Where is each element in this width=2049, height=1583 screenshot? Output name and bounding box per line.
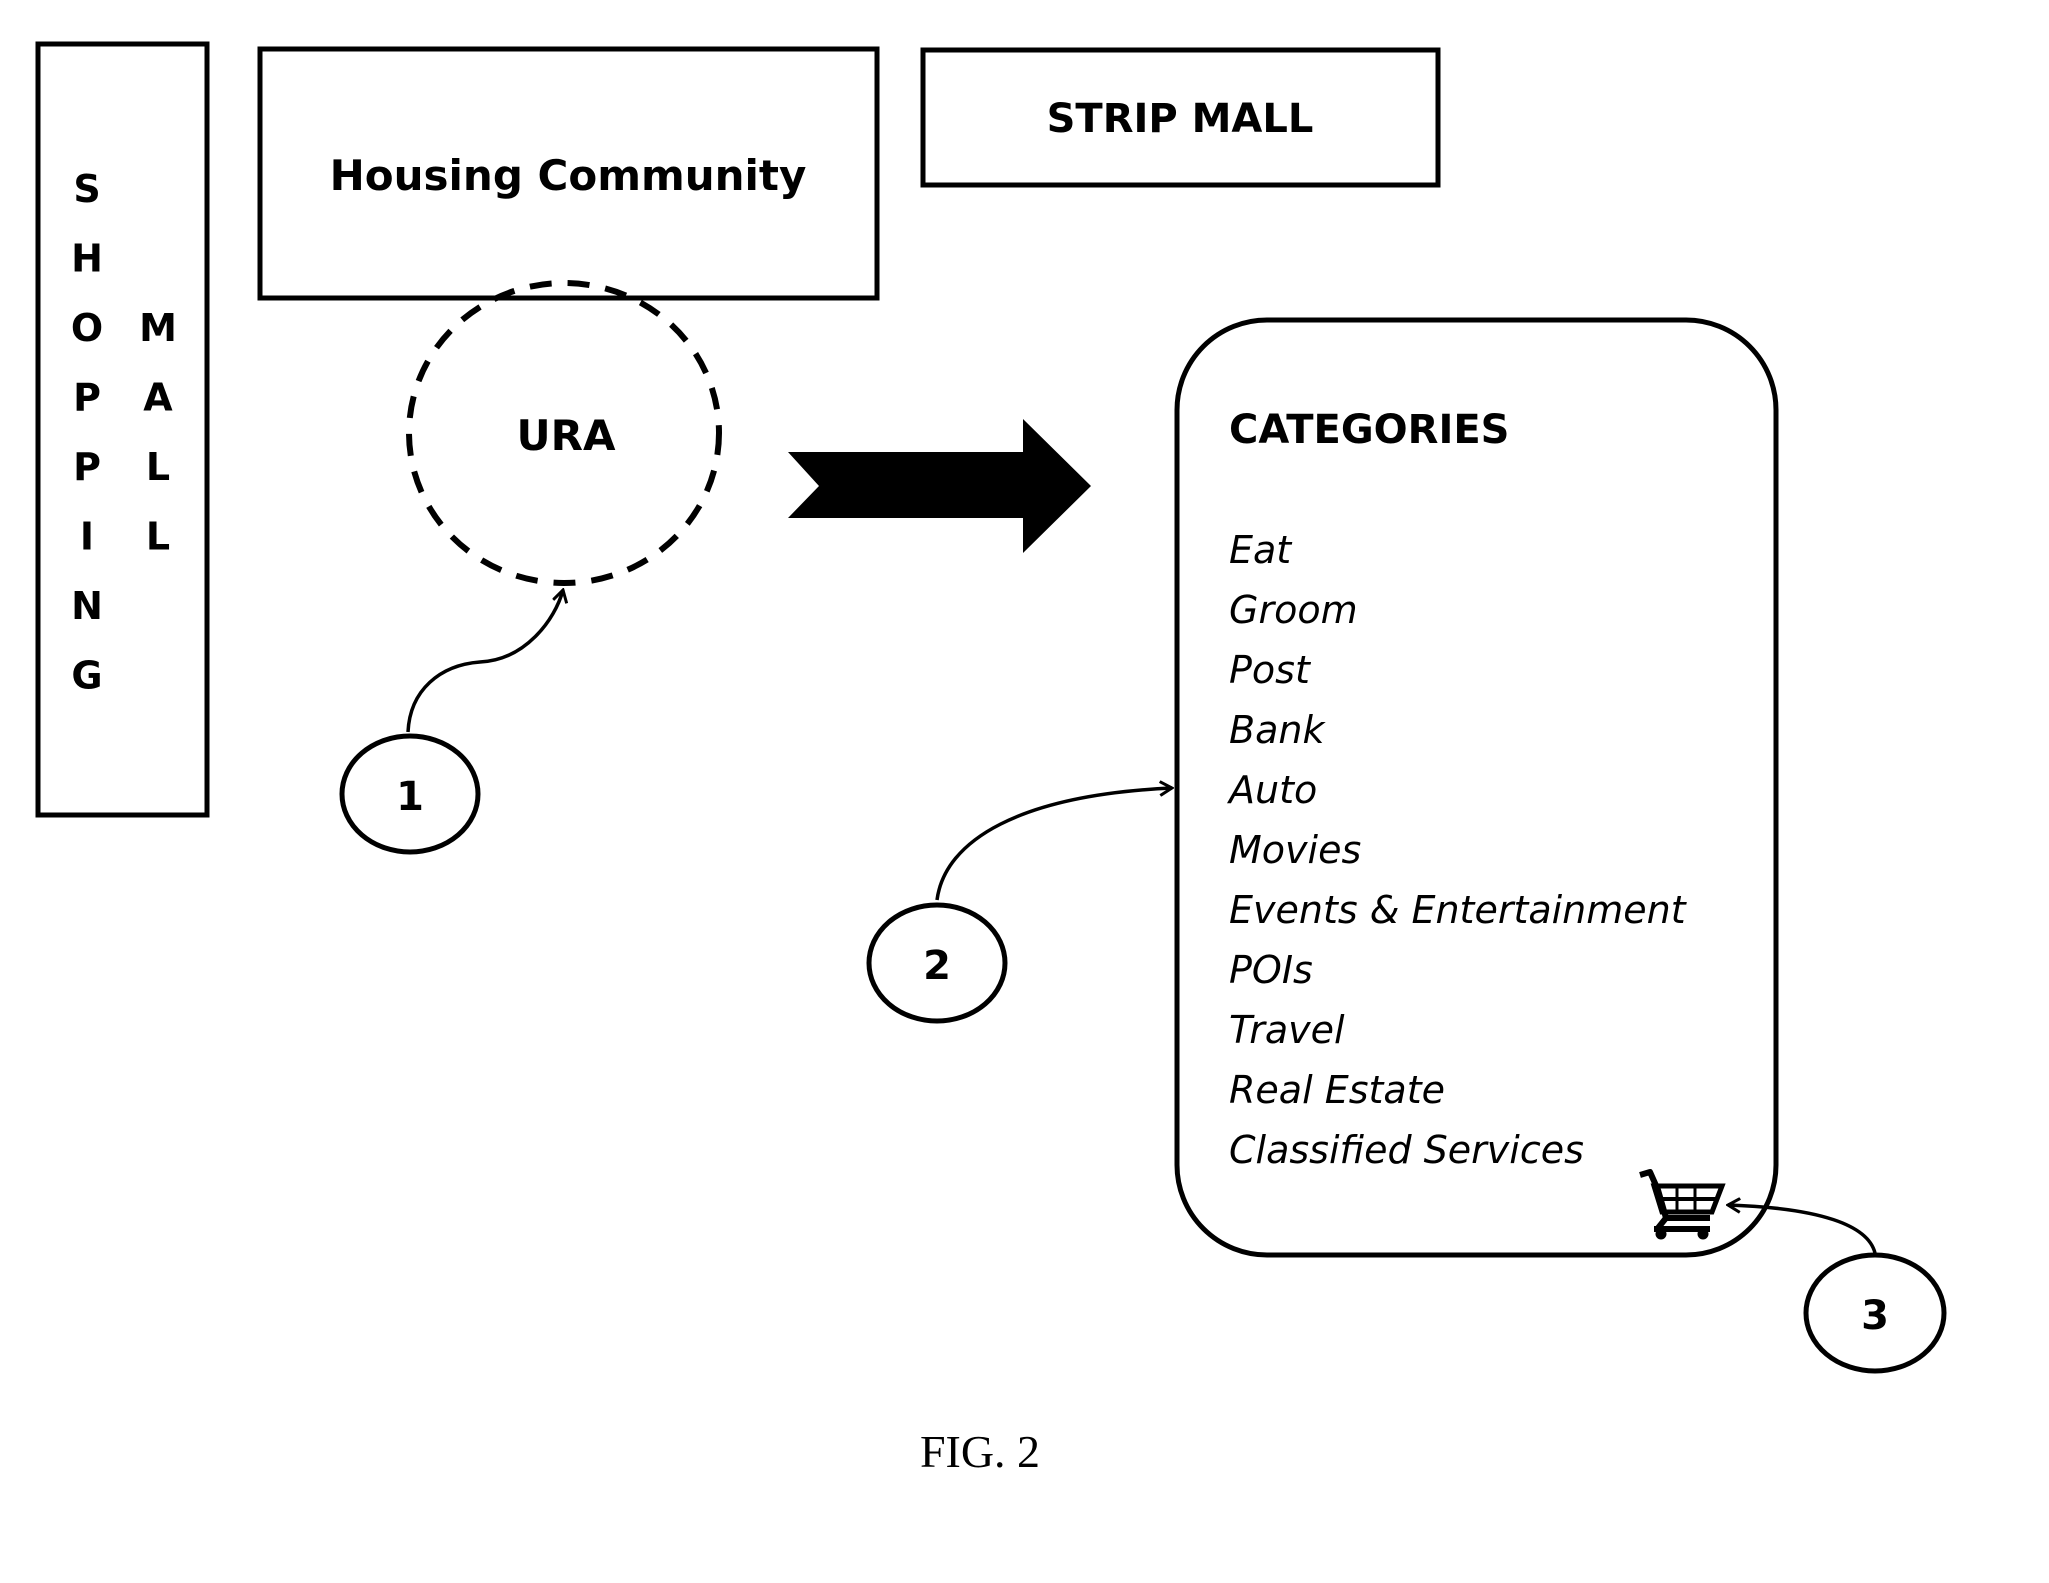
mall-label: MALL — [139, 306, 177, 559]
shopping-letter: G — [71, 654, 102, 698]
shopping-letter: P — [73, 376, 101, 420]
callout-2: 2 — [866, 788, 1172, 1024]
housing-community-box: Housing Community — [257, 46, 880, 301]
shopping-letter: I — [80, 515, 94, 559]
shopping-letter: S — [73, 167, 100, 211]
callout-1-leader — [406, 590, 563, 733]
callout-3-number: 3 — [1861, 1293, 1889, 1339]
callout-2-number: 2 — [923, 943, 951, 989]
shopping-mall-border — [35, 41, 210, 818]
callout-3: 3 — [1728, 1205, 1947, 1374]
right-arrow-icon — [788, 419, 1091, 553]
category-item[interactable]: POIs — [1229, 948, 1313, 992]
category-item[interactable]: Bank — [1229, 708, 1326, 752]
category-item[interactable]: Post — [1229, 648, 1312, 692]
category-item[interactable]: Movies — [1229, 828, 1361, 872]
shopping-label: SHOPPING — [71, 167, 103, 698]
ura-region: URA — [406, 280, 722, 586]
categories-panel: CATEGORIES Eat Groom Post Bank Auto Movies Eve… — [1174, 317, 1779, 1258]
mall-letter: M — [139, 306, 177, 350]
housing-community-label: Housing Community — [330, 151, 807, 200]
category-item[interactable]: Events & Entertainment — [1229, 888, 1688, 932]
category-item[interactable]: Auto — [1226, 768, 1317, 812]
category-item[interactable]: Groom — [1229, 588, 1358, 632]
strip-mall-box: STRIP MALL — [920, 47, 1441, 188]
category-item[interactable]: Real Estate — [1229, 1068, 1445, 1112]
categories-list: Eat Groom Post Bank Auto Movies Events & Enter… — [1226, 528, 1688, 1172]
mall-letter: L — [146, 515, 170, 559]
shopping-cart-icon — [1639, 1169, 1726, 1240]
callout-1: 1 — [339, 590, 563, 855]
ura-label: URA — [517, 411, 616, 460]
shopping-mall-box: SHOPPING MALL — [35, 41, 210, 818]
shopping-letter: P — [73, 445, 101, 489]
mall-letter: A — [143, 376, 173, 420]
shopping-letter: O — [71, 306, 103, 350]
categories-title: CATEGORIES — [1229, 407, 1509, 453]
category-item[interactable]: Travel — [1229, 1008, 1345, 1052]
callout-1-number: 1 — [396, 774, 424, 820]
figure-label: FIG. 2 — [920, 1426, 1040, 1477]
mall-letter: L — [146, 445, 170, 489]
shopping-letter: H — [71, 237, 103, 281]
category-item[interactable]: Classified Services — [1229, 1128, 1584, 1172]
shopping-letter: N — [71, 584, 103, 628]
strip-mall-label: STRIP MALL — [1047, 96, 1314, 142]
category-item[interactable]: Eat — [1229, 528, 1293, 572]
callout-2-leader — [935, 788, 1172, 901]
diagram-canvas: SHOPPING MALL Housing Community STRIP MA… — [35, 41, 1947, 1477]
